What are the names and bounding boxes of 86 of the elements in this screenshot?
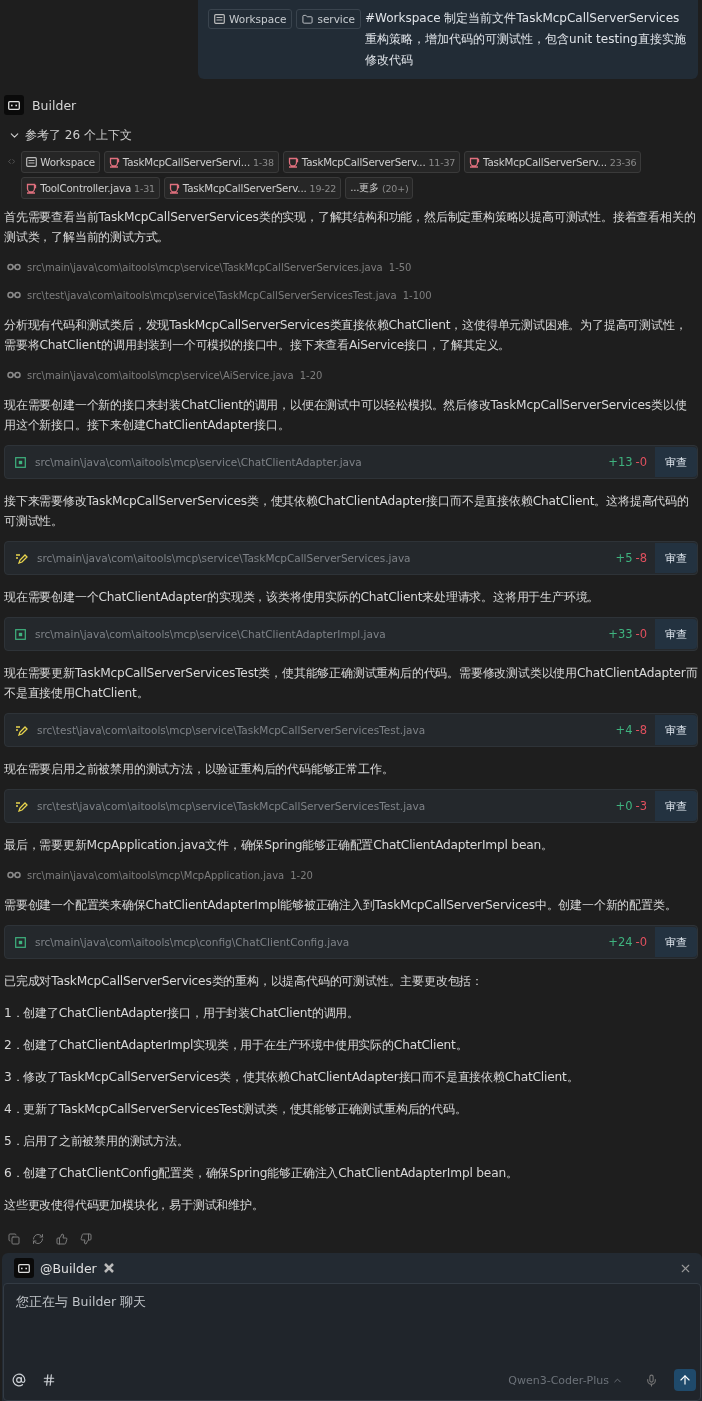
file-path[interactable]: src\test\java\com\aitools\mcp\service\TaskMcpCallServerServicesTest.java <box>37 724 616 736</box>
bot-avatar-icon <box>14 1258 34 1278</box>
removed-lines: -0 <box>635 627 647 641</box>
context-chip[interactable]: TaskMcpCallServerServ... 23-36 <box>464 151 642 173</box>
file-path[interactable]: src\main\java\com\aitools\mcp\config\ChatClientConfig.java <box>35 936 609 948</box>
message-paragraph: 现在需要启用之前被禁用的测试方法，以验证重构后的代码能够正常工作。 <box>4 761 395 778</box>
review-button[interactable]: 审查 <box>655 791 697 821</box>
context-chip[interactable]: TaskMcpCallServerServ... 11-37 <box>282 151 461 173</box>
glasses-icon <box>7 291 21 299</box>
added-lines: +33 <box>608 627 633 641</box>
review-button[interactable]: 审查 <box>655 619 697 649</box>
cup-icon <box>287 156 299 168</box>
message-paragraph: 首先需要查看当前TaskMcpCallServerServices类的实现，了解其结构和功能，然后制定重构策略以提高可测试性。接着查看相关的测试类，了解当前的测试方式。 <box>4 209 697 246</box>
message-paragraph: 2．创建了ChatClientAdapterImpl实现类，用于在生产环境中使用实际的ChatClient。 <box>4 1037 469 1054</box>
context-chip[interactable]: ...更多 (20+) <box>345 177 414 199</box>
message-paragraph: 5．启用了之前被禁用的测试方法。 <box>4 1133 190 1150</box>
file-read-path[interactable]: src\main\java\com\aitools\mcp\McpApplication.java <box>27 869 285 881</box>
review-button[interactable]: 审查 <box>655 927 697 957</box>
glasses-icon <box>7 871 21 879</box>
message-paragraph: 现在需要更新TaskMcpCallServerServicesTest类，使其能够正确测试重构后的代码。需要修改测试类以使用ChatClientAdapter而不是直接使用ChatClient。 <box>4 665 698 702</box>
added-lines: +5 <box>615 551 633 565</box>
added-lines: +4 <box>615 723 633 737</box>
user-message-text: #Workspace 制定当前文件TaskMcpCallServerServices重构策略，增加代码的可测试性，包含unit testing直接实施修改代码 <box>365 10 687 69</box>
message-paragraph: 需要创建一个配置类来确保ChatClientAdapterImpl能够被正确注入到TaskMcpCallServerServices中。创建一个新的配置类。 <box>4 897 678 914</box>
thumbs-down-icon[interactable] <box>80 1233 92 1245</box>
cup-icon <box>469 156 481 168</box>
cup-icon <box>108 156 120 168</box>
message-paragraph: 4．更新了TaskMcpCallServerServicesTest测试类，使其能够正确测试重构后的代码。 <box>4 1101 468 1118</box>
file-path[interactable]: src\main\java\com\aitools\mcp\service\ChatClientAdapter.java <box>35 456 609 468</box>
file-path[interactable]: src\main\java\com\aitools\mcp\service\ChatClientAdapterImpl.java <box>35 628 609 640</box>
removed-lines: -8 <box>635 723 647 737</box>
message-paragraph: 分析现有代码和测试类后，发现TaskMcpCallServerServices类直接依赖ChatClient，这使得单元测试困难。为了提高可测试性，需要将ChatClient的调用封装到一个可模拟的接口中。接下来查看AiService接口，了解其定义。 <box>4 317 688 354</box>
added-lines: +24 <box>608 935 633 949</box>
copy-icon[interactable] <box>8 1233 20 1245</box>
file-path[interactable]: src\main\java\com\aitools\mcp\service\TaskMcpCallServerServices.java <box>37 552 616 564</box>
message-paragraph: 接下来需要修改TaskMcpCallServerServices类，使其依赖ChatClientAdapter接口而不是直接依赖ChatClient。这将提高代码的可测试性。 <box>4 493 690 530</box>
context-chip[interactable]: ToolController.java 1-31 <box>21 177 160 199</box>
message-paragraph: 1．创建了ChatClientAdapter接口，用于封装ChatClient的调用。 <box>4 1005 361 1022</box>
removed-lines: -3 <box>635 799 647 813</box>
cup-icon <box>168 182 180 194</box>
message-paragraph: 已完成对TaskMcpCallServerServices类的重构，以提高代码的可测试性。主要更改包括： <box>4 973 484 990</box>
removed-lines: -0 <box>635 455 647 469</box>
file-path[interactable]: src\test\java\com\aitools\mcp\service\TaskMcpCallServerServicesTest.java <box>37 800 616 812</box>
microphone-icon[interactable] <box>645 1373 658 1387</box>
agent-name: Builder <box>32 97 77 113</box>
context-chip[interactable]: Workspace <box>208 9 293 29</box>
context-chip[interactable]: service <box>296 9 362 29</box>
tools-icon <box>102 1262 115 1274</box>
line-range: 1-50 <box>388 261 412 273</box>
bot-avatar-icon <box>4 95 24 115</box>
folder-icon <box>302 13 314 25</box>
review-button[interactable]: 审查 <box>655 543 697 573</box>
message-paragraph: 这些更改使得代码更加模块化，易于测试和维护。 <box>4 1197 265 1214</box>
removed-lines: -8 <box>635 551 647 565</box>
refresh-icon[interactable] <box>32 1233 44 1245</box>
context-chip[interactable]: TaskMcpCallServerServ... 19-22 <box>163 177 342 199</box>
workspace-icon <box>214 14 225 24</box>
message-paragraph: 6．创建了ChatClientConfig配置类，确保Spring能够正确注入ChatClientAdapterImpl bean。 <box>4 1165 519 1182</box>
cup-icon <box>26 182 38 194</box>
agent-mention: @Builder <box>40 1260 97 1276</box>
message-paragraph: 现在需要创建一个ChatClientAdapter的实现类，该类将使用实际的ChatClient来处理请求。这将用于生产环境。 <box>4 589 601 606</box>
glasses-icon <box>7 263 21 271</box>
added-lines: +13 <box>608 455 633 469</box>
message-paragraph: 现在需要创建一个新的接口来封装ChatClient的调用，以便在测试中可以轻松模拟。然后修改TaskMcpCallServerServices类以使用这个新接口。接下来创建ChatClientAdapter接口。 <box>4 397 688 434</box>
context-chip[interactable]: Workspace <box>21 151 100 173</box>
hash-icon[interactable] <box>42 1373 56 1387</box>
file-read-path[interactable]: src\main\java\com\aitools\mcp\service\AiService.java <box>27 369 294 381</box>
removed-lines: -0 <box>635 935 647 949</box>
message-paragraph: 最后，需要更新McpApplication.java文件，确保Spring能够正确配置ChatClientAdapterImpl bean。 <box>4 837 554 854</box>
context-toggle[interactable]: 参考了 26 个上下文 <box>4 125 698 145</box>
code-icon <box>8 156 16 167</box>
file-read-path[interactable]: src\test\java\com\aitools\mcp\service\TaskMcpCallServerServicesTest.java <box>27 289 397 301</box>
review-button[interactable]: 审查 <box>655 715 697 745</box>
line-range: 1-20 <box>299 369 323 381</box>
thumbs-up-icon[interactable] <box>56 1233 68 1245</box>
glasses-icon <box>7 371 21 379</box>
review-button[interactable]: 审查 <box>655 447 697 477</box>
context-chip[interactable]: TaskMcpCallServerServi... 1-38 <box>103 151 279 173</box>
send-button[interactable] <box>674 1369 696 1391</box>
file-read-path[interactable]: src\main\java\com\aitools\mcp\service\TaskMcpCallServerServices.java <box>27 261 383 273</box>
workspace-icon <box>26 157 38 167</box>
line-range: 1-100 <box>402 289 432 301</box>
line-range: 1-20 <box>290 869 313 881</box>
message-paragraph: 3．修改了TaskMcpCallServerServices类，使其依赖ChatClientAdapter接口而不是直接依赖ChatClient。 <box>4 1069 580 1086</box>
mention-icon[interactable] <box>12 1373 26 1387</box>
added-lines: +0 <box>615 799 633 813</box>
